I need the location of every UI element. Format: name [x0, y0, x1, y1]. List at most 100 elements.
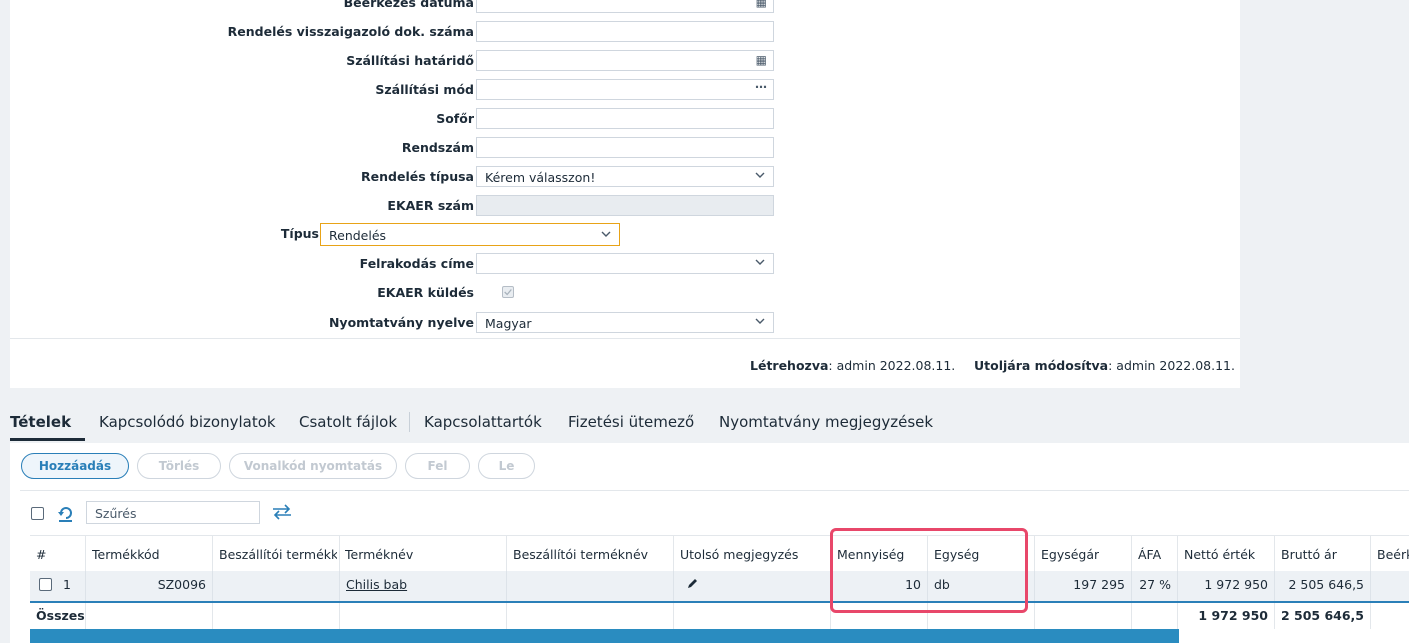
beerkezes-date-input[interactable]: ▦	[476, 0, 774, 13]
select-value: Kérem válasszon!	[485, 170, 596, 185]
vat-value: 27 %	[1139, 577, 1171, 592]
form-row-visszaigazolo: Rendelés visszaigazoló dok. száma	[10, 21, 785, 43]
form-row-felrakodas: Felrakodás címe	[10, 253, 785, 275]
delete-button[interactable]: Törlés	[137, 453, 221, 479]
totals-row: Összesen 1 972 950 2 505 646,5	[30, 603, 1409, 629]
header-label: Bruttó ár	[1281, 547, 1337, 562]
total-cell	[213, 603, 340, 629]
field-label: Nyomtatvány nyelve	[328, 315, 474, 330]
field-label: Rendszám	[401, 140, 474, 155]
type-select[interactable]: Rendelés	[320, 223, 620, 246]
row-index: 1	[63, 577, 71, 592]
form-row-rendszam: Rendszám	[10, 137, 785, 159]
created-info: Létrehozva: admin 2022.08.11.	[750, 358, 955, 373]
total-cell	[86, 603, 213, 629]
row-index-cell: 1	[30, 571, 86, 601]
calendar-icon[interactable]: ▦	[756, 0, 767, 9]
ekaer-send-checkbox[interactable]	[502, 286, 514, 298]
select-all-checkbox[interactable]	[31, 507, 44, 520]
field-label: Szállítási határidő	[346, 53, 474, 68]
confirmation-doc-number-input[interactable]	[476, 21, 774, 42]
header-label: Egységár	[1041, 547, 1100, 562]
ekaer-number-input	[476, 195, 774, 216]
tab-fizetesi-utemezo[interactable]: Fizetési ütemező	[568, 413, 694, 431]
tab-nyomtatvany-megjegyzesek[interactable]: Nyomtatvány megjegyzések	[719, 413, 933, 431]
cell-last-note	[674, 571, 831, 601]
move-up-button[interactable]: Fel	[405, 453, 470, 479]
header-cell[interactable]: Termékkód	[86, 536, 213, 572]
field-label: EKAER szám	[387, 198, 474, 213]
table-row[interactable]: 1 SZ0096 Chilis bab 10 db 197 295 27 % 1…	[30, 571, 1409, 601]
total-cell	[1035, 603, 1132, 629]
field-label: Típus	[280, 226, 319, 241]
active-tab-indicator	[10, 438, 85, 441]
header-cell[interactable]: Bruttó ár	[1275, 536, 1371, 572]
form-row-sofor: Sofőr	[10, 108, 785, 130]
header-cell[interactable]: Beszállítói termékk	[213, 536, 340, 572]
field-label: Beérkezés dátuma	[343, 0, 474, 10]
product-code: SZ0096	[157, 577, 206, 592]
delivery-method-input[interactable]: ⋯	[476, 79, 774, 100]
total-cell	[507, 603, 674, 629]
tab-kapcsolodo-bizonylatok[interactable]: Kapcsolódó bizonylatok	[99, 413, 276, 431]
cell-supplier-name	[507, 571, 674, 601]
pencil-icon[interactable]	[685, 577, 699, 591]
cell-supplier-code	[213, 571, 340, 601]
tab-tetelek[interactable]: Tételek	[10, 413, 71, 431]
row-checkbox[interactable]	[39, 578, 52, 591]
modified-info: Utoljára módosítva: admin 2022.08.11.	[974, 358, 1235, 373]
refresh-icon[interactable]	[56, 503, 76, 523]
header-cell[interactable]: Nettó érték	[1178, 536, 1275, 572]
header-cell[interactable]: Beérk	[1371, 536, 1409, 572]
header-label: Nettó érték	[1184, 547, 1256, 562]
chevron-down-icon[interactable]	[600, 228, 612, 240]
barcode-print-button[interactable]: Vonalkód nyomtatás	[229, 453, 397, 479]
print-language-select[interactable]: Magyar	[476, 312, 774, 333]
field-label: Szállítási mód	[375, 82, 474, 97]
total-cell	[1132, 603, 1178, 629]
total-net-cell: 1 972 950	[1178, 603, 1275, 629]
header-cell[interactable]: Beszállítói terméknév	[507, 536, 674, 572]
order-form-panel: Beérkezés dátuma ▦ Rendelés visszaigazol…	[10, 0, 1240, 388]
more-icon[interactable]: ⋯	[755, 80, 767, 94]
driver-input[interactable]	[476, 108, 774, 129]
move-down-button[interactable]: Le	[478, 453, 535, 479]
header-label: Termékkód	[92, 547, 160, 562]
order-type-select[interactable]: Kérem válasszon!	[476, 166, 774, 187]
cell-product-name: Chilis bab	[340, 571, 507, 601]
header-cell[interactable]: Utolsó megjegyzés	[674, 536, 831, 572]
divider	[10, 338, 1240, 339]
header-cell[interactable]: #	[30, 536, 86, 572]
header-label: Beszállítói termékk	[219, 547, 337, 562]
form-row-tipus: Típus Rendelés	[10, 223, 785, 246]
chevron-down-icon[interactable]	[754, 256, 766, 268]
delivery-deadline-input[interactable]: ▦	[476, 50, 774, 71]
gross-value: 2 505 646,5	[1288, 577, 1364, 592]
header-label: Terméknév	[345, 547, 414, 562]
tab-kapcsolattartok[interactable]: Kapcsolattartók	[424, 413, 542, 431]
swap-columns-icon[interactable]	[271, 503, 293, 521]
horizontal-scrollbar[interactable]	[30, 629, 1179, 643]
header-cell[interactable]: ÁFA	[1132, 536, 1178, 572]
header-cell[interactable]: Terméknév	[340, 536, 507, 572]
modified-label: Utoljára módosítva	[974, 358, 1109, 373]
chevron-down-icon[interactable]	[754, 169, 766, 181]
form-row-rendeles-tipusa: Rendelés típusa Kérem válasszon!	[10, 166, 785, 188]
add-button[interactable]: Hozzáadás	[21, 453, 129, 479]
unit-price-value: 197 295	[1073, 577, 1125, 592]
license-plate-input[interactable]	[476, 137, 774, 158]
product-name-link[interactable]: Chilis bab	[346, 577, 407, 592]
total-cell	[1371, 603, 1409, 629]
tab-csatolt-fajlok[interactable]: Csatolt fájlok	[299, 413, 397, 431]
loading-address-select[interactable]	[476, 253, 774, 274]
form-row-ekaer-szam: EKAER szám	[10, 195, 785, 217]
filter-input[interactable]: Szűrés	[86, 501, 260, 524]
form-row-szallitasi-mod: Szállítási mód ⋯	[10, 79, 785, 101]
cell-vat: 27 %	[1132, 571, 1178, 601]
chevron-down-icon[interactable]	[754, 315, 766, 327]
created-label: Létrehozva	[750, 358, 829, 373]
calendar-icon[interactable]: ▦	[756, 53, 767, 67]
grid-header: # Termékkód Beszállítói termékk Termékné…	[30, 535, 1409, 573]
header-cell[interactable]: Egységár	[1035, 536, 1132, 572]
form-row-ekaer-kuldes: EKAER küldés	[10, 282, 785, 304]
